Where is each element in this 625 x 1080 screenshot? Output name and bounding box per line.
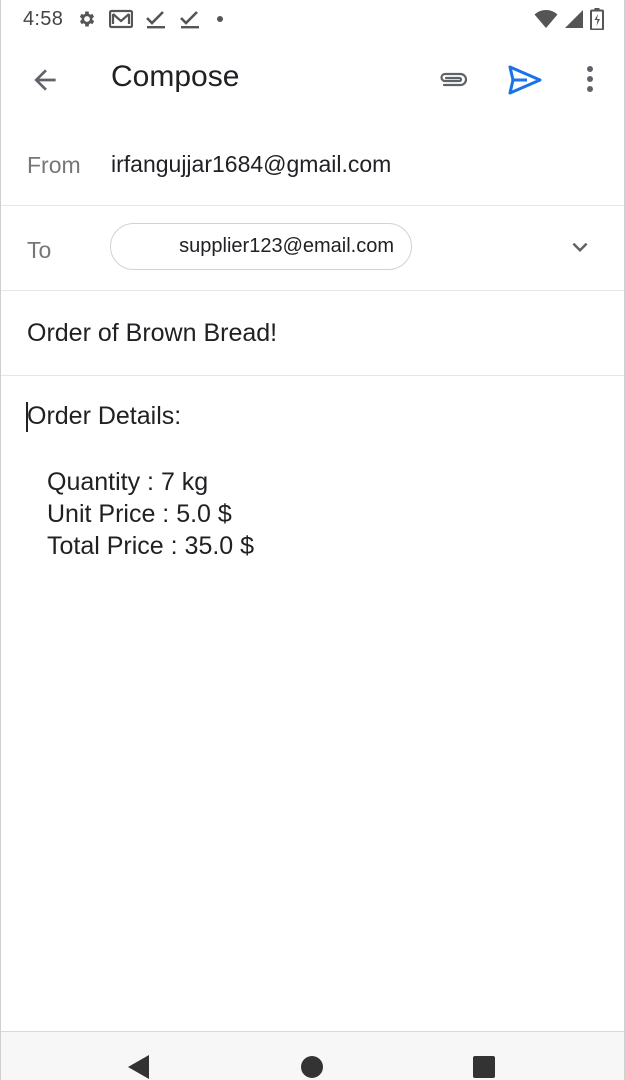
status-icons-left (77, 9, 227, 29)
recipient-chip[interactable]: supplier123@email.com (110, 223, 412, 270)
expand-recipients-button[interactable] (565, 232, 595, 262)
subject-input[interactable]: Order of Brown Bread! (27, 319, 277, 348)
body-lines: Quantity : 7 kg Unit Price : 5.0 $ Total… (47, 466, 254, 562)
status-bar: 4:58 (1, 0, 624, 38)
body-heading: Order Details: (27, 402, 182, 430)
gmail-icon (109, 9, 134, 29)
body-input[interactable]: Order Details: Quantity : 7 kg Unit Pric… (1, 376, 624, 1032)
status-icons-right (534, 8, 604, 30)
compose-screen: 4:58 Compose From irfangujjar1684@gmail.… (0, 0, 625, 1080)
body-line: Unit Price : 5.0 $ (47, 500, 232, 528)
dot-icon (217, 16, 224, 22)
paperclip-icon (440, 72, 468, 87)
signal-icon (565, 10, 583, 28)
nav-home-icon[interactable] (300, 1055, 324, 1079)
chevron-down-icon (572, 242, 588, 252)
check-icon (180, 11, 200, 29)
app-bar: Compose (1, 38, 624, 120)
back-button[interactable] (29, 64, 61, 96)
subject-row[interactable]: Order of Brown Bread! (1, 291, 624, 376)
check-icon (146, 11, 166, 29)
system-nav-bar (1, 1031, 624, 1080)
status-time: 4:58 (23, 7, 64, 30)
more-options-button[interactable] (575, 62, 605, 98)
nav-back-icon[interactable] (127, 1054, 151, 1080)
send-button[interactable] (506, 62, 544, 98)
send-icon (508, 65, 542, 95)
recipient-email: supplier123@email.com (179, 235, 394, 257)
nav-recents-icon[interactable] (472, 1055, 496, 1079)
more-vertical-icon (587, 66, 593, 92)
from-label: From (27, 152, 81, 178)
wifi-icon (534, 10, 558, 28)
body-line: Total Price : 35.0 $ (47, 532, 255, 560)
page-title: Compose (111, 60, 240, 93)
body-line: Quantity : 7 kg (47, 468, 209, 496)
arrow-left-icon (34, 69, 56, 91)
battery-icon (590, 8, 604, 30)
attach-button[interactable] (435, 62, 471, 98)
from-value[interactable]: irfangujjar1684@gmail.com (111, 151, 391, 178)
to-row: To supplier123@email.com (1, 206, 624, 291)
to-label: To (27, 237, 52, 263)
gear-icon (79, 11, 95, 27)
from-row: From irfangujjar1684@gmail.com (1, 120, 624, 206)
